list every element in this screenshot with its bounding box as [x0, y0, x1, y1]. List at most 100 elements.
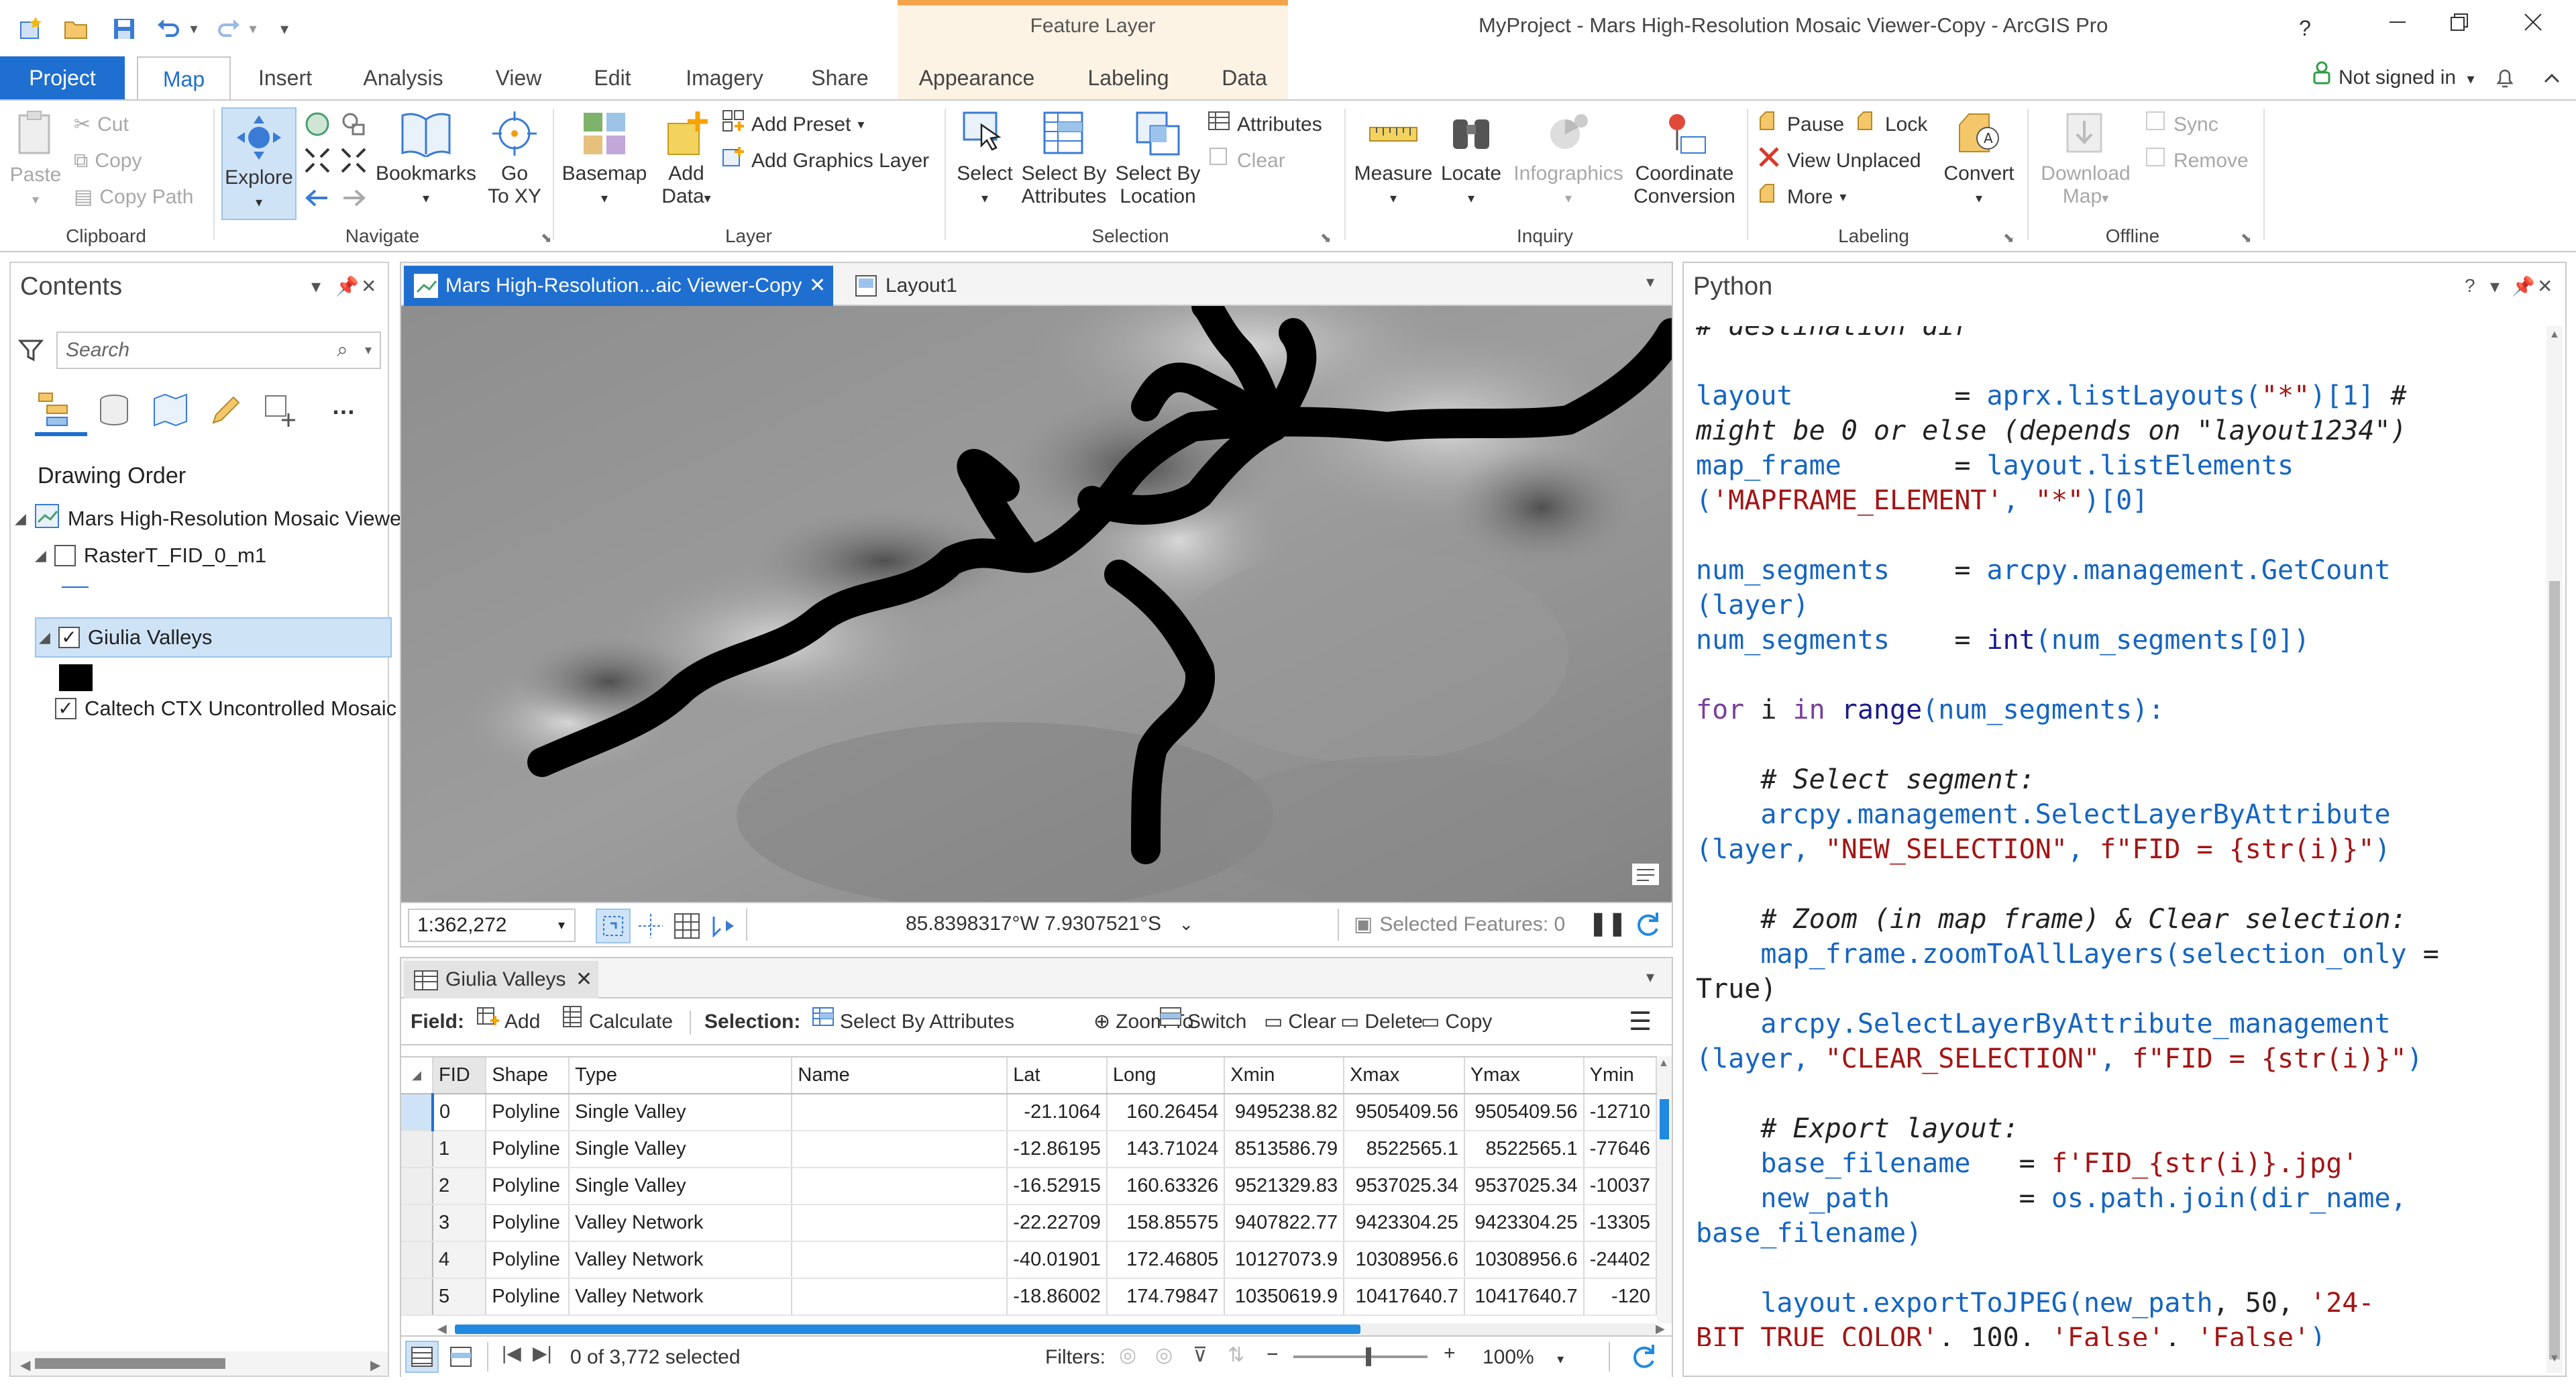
cell-lat[interactable]: -16.52915	[1007, 1168, 1108, 1205]
scale-selector[interactable]: 1:362,272 ▾	[408, 909, 576, 942]
python-vertical-scrollbar[interactable]: ▲ ▼	[2546, 326, 2563, 1373]
tab-giulia-valleys-table[interactable]: Giulia Valleys ✕	[404, 961, 598, 998]
extent-filter-icon[interactable]: ◎	[1119, 1343, 1136, 1367]
cell-xmax[interactable]: 10417640.7	[1344, 1278, 1465, 1316]
save-project-icon[interactable]	[107, 12, 141, 46]
close-tab-icon[interactable]: ✕	[809, 266, 826, 306]
table-zoom-slider[interactable]	[1293, 1347, 1428, 1366]
tab-appearance[interactable]: Appearance	[910, 56, 1044, 99]
contents-search-input[interactable]: Search ⌕ ▾	[56, 331, 381, 369]
layer-visibility-checkbox[interactable]: ✓	[58, 627, 80, 648]
select-by-location-button[interactable]: Select By Location	[1111, 110, 1205, 208]
cell-name[interactable]	[792, 1278, 1008, 1316]
cell-shape[interactable]: Polyline	[486, 1204, 570, 1242]
coordinate-readout[interactable]: 85.8398317°W 7.9307521°S ⌄	[906, 913, 1193, 935]
cell-shape[interactable]: Polyline	[486, 1168, 570, 1205]
sync-button[interactable]: Sync	[2144, 110, 2218, 140]
cut-button[interactable]: ✂ Cut	[74, 110, 129, 140]
notifications-icon[interactable]	[2493, 66, 2517, 93]
pin-icon[interactable]: 📌	[335, 275, 359, 297]
column-header-name[interactable]: Name	[792, 1058, 1008, 1094]
fixed-scale-icon[interactable]	[596, 909, 631, 943]
open-project-icon[interactable]	[59, 12, 93, 46]
row-selector[interactable]	[401, 1278, 434, 1316]
cell-ymin[interactable]: -10037	[1583, 1168, 1657, 1205]
table-vertical-scrollbar[interactable]: ▲	[1657, 1056, 1672, 1323]
cell-ymin[interactable]: -24402	[1583, 1241, 1657, 1279]
table-scroll-left-icon[interactable]: ◀	[437, 1322, 447, 1336]
column-header-shape[interactable]: Shape	[486, 1058, 570, 1094]
contents-hscroll-thumb[interactable]	[35, 1358, 225, 1369]
selection-dialog-launcher-icon[interactable]: ⬊	[1320, 229, 1332, 246]
paste-button[interactable]: Paste ▾	[5, 110, 66, 211]
restore-button[interactable]	[2439, 8, 2479, 48]
tab-share[interactable]: Share	[800, 56, 880, 99]
close-pane-icon[interactable]: ✕	[361, 275, 376, 297]
table-zoom-level[interactable]: 100% ▾	[1483, 1346, 1583, 1372]
cell-type[interactable]: Valley Network	[569, 1204, 793, 1242]
layer-raster[interactable]: ◢ RasterT_FID_0_m1	[35, 544, 266, 568]
scroll-down-icon[interactable]: ▼	[2549, 1353, 2560, 1365]
add-data-button[interactable]: Add Data▾	[649, 110, 723, 210]
close-pane-icon[interactable]: ✕	[2537, 275, 2553, 297]
tab-imagery[interactable]: Imagery	[678, 56, 771, 99]
table-vertical-scroll-thumb[interactable]	[1660, 1099, 1669, 1139]
redo-dropdown-icon[interactable]: ▾	[243, 12, 263, 46]
convert-labels-button[interactable]: A Convert ▾	[1939, 110, 2019, 210]
attribute-grid[interactable]: ◢ FID Shape Type Name Lat Long Xmin Xmax…	[401, 1056, 1657, 1323]
basemap-button[interactable]: Basemap ▾	[561, 110, 648, 210]
cell-shape[interactable]: Polyline	[486, 1241, 570, 1279]
labeling-dialog-launcher-icon[interactable]: ⬊	[2003, 229, 2015, 246]
layer-visibility-checkbox[interactable]	[54, 545, 76, 566]
cell-ymin[interactable]: -120	[1583, 1278, 1657, 1316]
row-selector[interactable]	[401, 1094, 434, 1131]
explore-button[interactable]: Explore ▾	[221, 107, 297, 220]
layer-giulia-valleys[interactable]: ◢ ✓ Giulia Valleys	[35, 617, 392, 658]
cell-shape[interactable]: Polyline	[486, 1094, 570, 1131]
clear-table-selection-button[interactable]: ▭ Clear	[1264, 998, 1336, 1045]
cell-ymin[interactable]: -77646	[1583, 1131, 1657, 1168]
tab-labeling[interactable]: Labeling	[1075, 56, 1182, 99]
column-header-xmax[interactable]: Xmax	[1344, 1058, 1465, 1094]
forward-icon[interactable]	[339, 184, 368, 215]
pause-drawing-icon[interactable]: ❚❚	[1589, 910, 1627, 937]
navigation-constraints-icon[interactable]	[636, 911, 665, 944]
remove-offline-button[interactable]: Remove	[2144, 146, 2249, 176]
cell-name[interactable]	[792, 1131, 1008, 1168]
redo-icon[interactable]	[212, 12, 246, 46]
clear-selection-button[interactable]: Clear	[1208, 146, 1285, 176]
add-field-button[interactable]: Add	[476, 998, 540, 1045]
column-header-lat[interactable]: Lat	[1007, 1058, 1108, 1094]
column-header-xmin[interactable]: Xmin	[1224, 1058, 1345, 1094]
table-options-menu-icon[interactable]: ☰	[1629, 998, 1652, 1045]
cell-shape[interactable]: Polyline	[486, 1278, 570, 1316]
go-to-xy-button[interactable]: Go To XY	[478, 110, 551, 208]
table-row[interactable]: 0 Polyline Single Valley -21.1064 160.26454 9…	[401, 1094, 1657, 1131]
cell-xmin[interactable]: 8513586.79	[1224, 1131, 1345, 1168]
cell-long[interactable]: 174.79847	[1106, 1278, 1226, 1316]
cell-fid[interactable]: 0	[431, 1094, 487, 1131]
row-selector[interactable]	[401, 1241, 434, 1279]
cell-shape[interactable]: Polyline	[486, 1131, 570, 1168]
customize-qat-icon[interactable]: ▾	[271, 12, 298, 46]
more-views-icon[interactable]: …	[331, 392, 356, 420]
cell-type[interactable]: Valley Network	[569, 1278, 793, 1316]
column-header-fid[interactable]: FID	[433, 1058, 487, 1094]
tab-insert[interactable]: Insert	[241, 56, 329, 99]
grid-icon[interactable]	[672, 911, 702, 944]
refresh-map-icon[interactable]	[1633, 910, 1662, 943]
row-selector[interactable]	[401, 1204, 434, 1242]
table-scroll-right-icon[interactable]: ▶	[1656, 1322, 1665, 1336]
previous-extent-icon[interactable]	[339, 110, 368, 142]
tab-analysis[interactable]: Analysis	[353, 56, 453, 99]
table-zoom-slider-thumb[interactable]	[1366, 1347, 1371, 1366]
help-icon[interactable]: ?	[2285, 8, 2325, 48]
full-extent-icon[interactable]	[303, 110, 331, 142]
list-by-snapping-icon[interactable]	[262, 392, 299, 433]
navigate-dialog-launcher-icon[interactable]: ⬊	[541, 229, 552, 246]
map-rotation-icon[interactable]	[708, 911, 738, 944]
signin-status[interactable]: Not signed in ▾	[2312, 56, 2475, 99]
back-icon[interactable]	[303, 184, 331, 215]
tab-layout[interactable]: Layout1	[844, 266, 1038, 306]
select-button[interactable]: Select ▾	[950, 110, 1020, 210]
